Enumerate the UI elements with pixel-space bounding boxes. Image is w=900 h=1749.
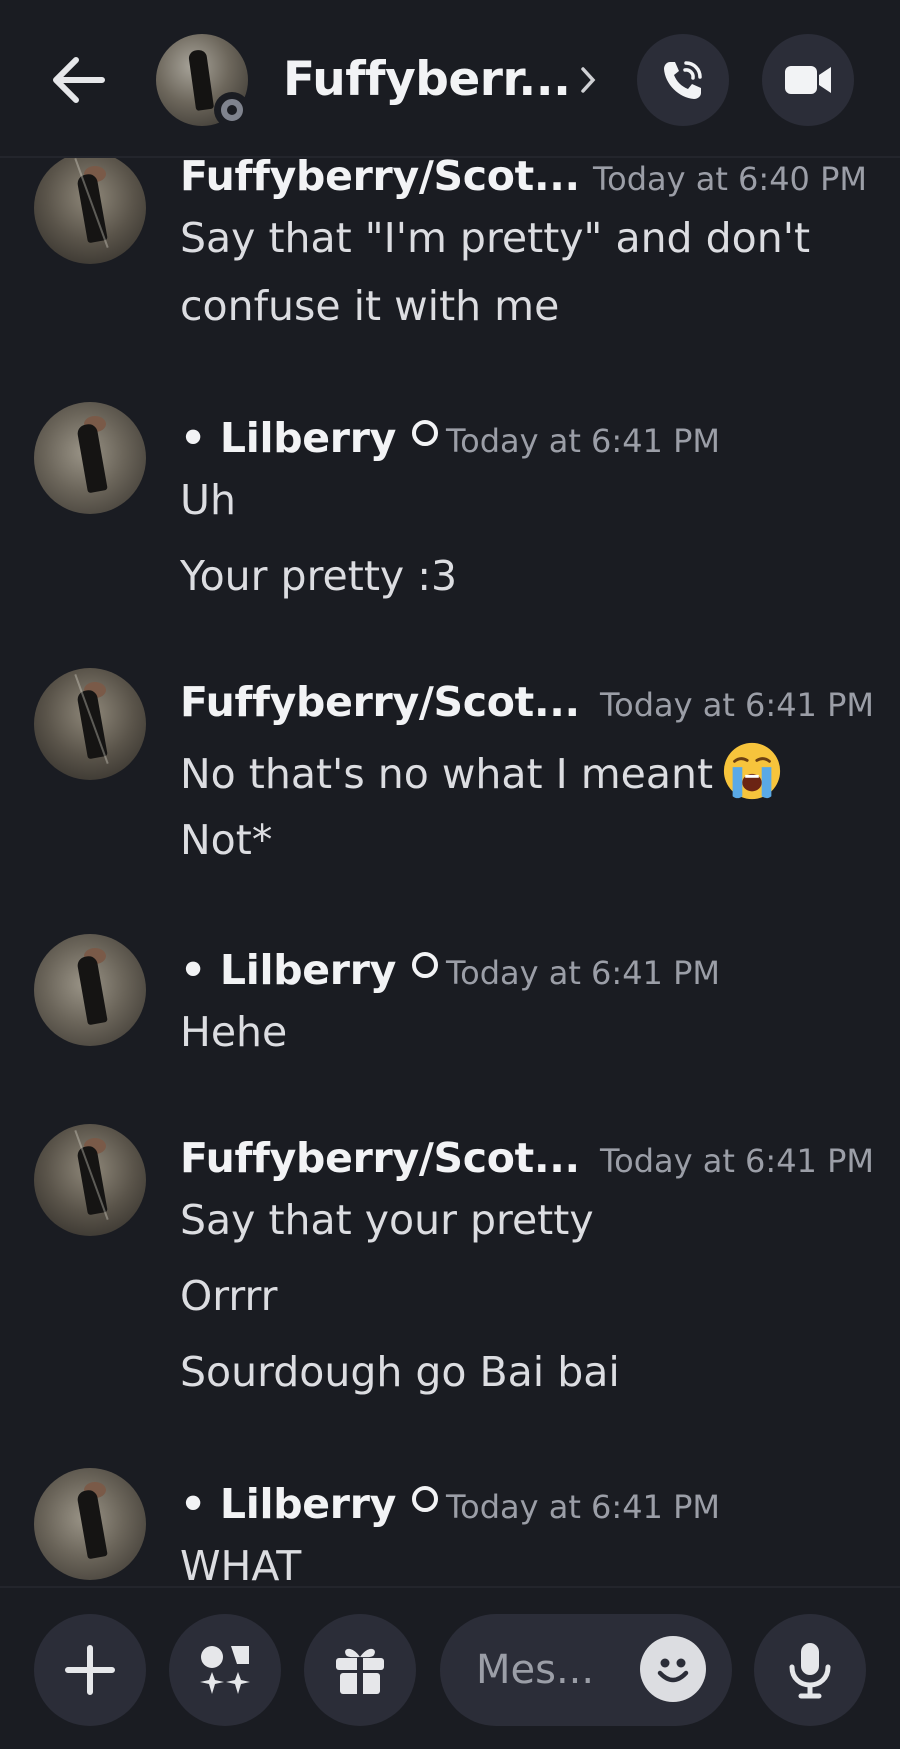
message-text: Hehe <box>180 1008 288 1056</box>
phone-call-icon <box>664 61 702 99</box>
arrow-left-icon <box>53 57 105 103</box>
video-call-button[interactable] <box>762 34 854 126</box>
message-timestamp: Today at 6:41 PM <box>446 1488 720 1526</box>
message-text: Orrrr <box>180 1272 278 1320</box>
avatar[interactable] <box>34 402 146 514</box>
message-text: Not* <box>180 816 273 864</box>
avatar[interactable] <box>34 668 146 780</box>
video-camera-icon <box>785 66 831 94</box>
apps-button[interactable] <box>169 1614 281 1726</box>
emoji-button[interactable] <box>640 1636 706 1702</box>
message-text: confuse it with me <box>180 282 560 330</box>
message-text: No that's no what I meant <box>180 740 783 802</box>
message-list[interactable]: Fuffyberry/Scot... Today at 6:40 PM Say … <box>0 158 900 1586</box>
message-author[interactable]: • Lilberry <box>180 1480 438 1528</box>
status-indicator <box>214 92 250 128</box>
loudly-crying-face-icon <box>723 742 781 800</box>
voice-message-button[interactable] <box>754 1614 866 1726</box>
message-text: Your pretty :3 <box>180 552 458 600</box>
message-text: Sourdough go Bai bai <box>180 1348 620 1396</box>
avatar[interactable] <box>34 1468 146 1580</box>
microphone-icon <box>789 1643 831 1699</box>
message-timestamp: Today at 6:41 PM <box>446 954 720 992</box>
message-composer <box>0 1586 900 1749</box>
message-author[interactable]: Fuffyberry/Scot... <box>180 678 580 726</box>
avatar[interactable] <box>34 934 146 1046</box>
message-author[interactable]: Fuffyberry/Scot... <box>180 1134 580 1182</box>
message-text: Say that your pretty <box>180 1196 594 1244</box>
message-timestamp: Today at 6:41 PM <box>600 1142 874 1180</box>
add-attachment-button[interactable] <box>34 1614 146 1726</box>
avatar[interactable] <box>34 158 146 264</box>
gift-icon <box>336 1648 384 1696</box>
emoji-smile-icon <box>657 1658 689 1683</box>
message-timestamp: Today at 6:40 PM <box>593 160 867 198</box>
back-button[interactable] <box>40 44 116 116</box>
message-timestamp: Today at 6:41 PM <box>446 422 720 460</box>
voice-call-button[interactable] <box>637 34 729 126</box>
chevron-right-icon[interactable] <box>580 66 596 98</box>
message-text: Uh <box>180 476 236 524</box>
gift-button[interactable] <box>304 1614 416 1726</box>
plus-icon <box>65 1645 115 1695</box>
apps-icon <box>200 1646 250 1694</box>
message-text: WHAT <box>180 1542 302 1586</box>
message-timestamp: Today at 6:41 PM <box>600 686 874 724</box>
message-author[interactable]: • Lilberry <box>180 946 438 994</box>
message-author[interactable]: Fuffyberry/Scot... <box>180 158 580 200</box>
message-author[interactable]: • Lilberry <box>180 414 438 462</box>
chat-header: Fuffyberr... <box>0 0 900 158</box>
avatar[interactable] <box>34 1124 146 1236</box>
page-title[interactable]: Fuffyberr... <box>283 52 571 107</box>
message-text: Say that "I'm pretty" and don't <box>180 214 811 262</box>
